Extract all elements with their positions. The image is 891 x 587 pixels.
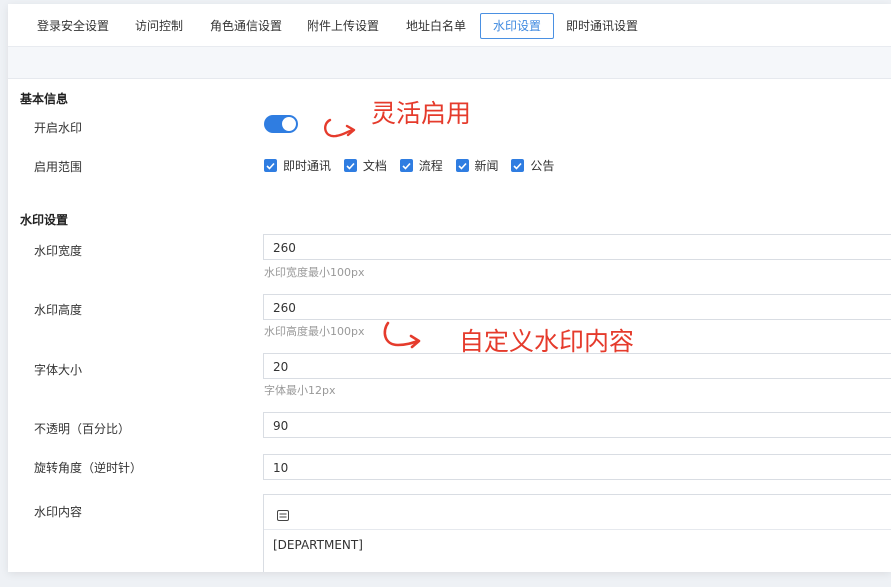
- scope-checkbox-group: 即时通讯 文档 流程 新闻 公告: [264, 157, 563, 175]
- checkbox-checked-icon: [343, 159, 357, 172]
- tab-login-security[interactable]: 登录安全设置: [37, 14, 109, 38]
- settings-panel: 登录安全设置 访问控制 角色通信设置 附件上传设置 地址白名单 水印设置 即时通…: [8, 4, 891, 572]
- section-watermark-settings: 水印设置: [20, 213, 69, 227]
- tab-watermark[interactable]: 水印设置: [480, 13, 555, 39]
- insert-variable-icon[interactable]: [277, 506, 289, 521]
- tab-instant-messaging[interactable]: 即时通讯设置: [566, 14, 638, 38]
- editor-toolbar: [264, 495, 891, 530]
- watermark-content-label: 水印内容: [34, 505, 83, 519]
- scope-checkbox-workflow[interactable]: 流程: [399, 157, 443, 174]
- enable-watermark-label: 开启水印: [34, 121, 83, 135]
- checkbox-checked-icon: [399, 159, 413, 172]
- scope-label: 启用范围: [34, 160, 83, 174]
- scope-option-label: 流程: [418, 159, 443, 173]
- opacity-input[interactable]: 90: [263, 412, 891, 438]
- section-basic-info: 基本信息: [20, 92, 69, 106]
- curved-arrow-icon: [383, 321, 421, 349]
- annotation-custom-content: 自定义水印内容: [459, 327, 635, 356]
- watermark-width-hint: 水印宽度最小100px: [264, 266, 365, 279]
- watermark-width-input[interactable]: 260: [263, 234, 891, 260]
- scope-option-label: 文档: [362, 159, 387, 173]
- watermark-width-label: 水印宽度: [34, 244, 83, 258]
- scope-option-label: 新闻: [474, 159, 499, 173]
- scope-option-label: 公告: [530, 159, 555, 173]
- tab-attachment-upload[interactable]: 附件上传设置: [307, 14, 379, 38]
- scope-checkbox-im[interactable]: 即时通讯: [264, 157, 331, 174]
- editor-content[interactable]: [DEPARTMENT]: [273, 538, 363, 552]
- checkbox-checked-icon: [264, 159, 277, 172]
- tab-access-control[interactable]: 访问控制: [135, 14, 183, 38]
- enable-watermark-toggle[interactable]: [264, 115, 298, 133]
- font-size-label: 字体大小: [34, 363, 83, 377]
- checkbox-checked-icon: [511, 159, 525, 172]
- rotation-label: 旋转角度（逆时针）: [34, 461, 143, 475]
- scope-checkbox-news[interactable]: 新闻: [455, 157, 499, 174]
- tab-role-communication[interactable]: 角色通信设置: [210, 14, 282, 38]
- tab-address-whitelist[interactable]: 地址白名单: [406, 14, 466, 38]
- rotation-input[interactable]: 10: [263, 454, 891, 480]
- checkbox-checked-icon: [455, 159, 469, 172]
- annotation-flexible-enable: 灵活启用: [371, 99, 472, 128]
- header-gap: [8, 47, 891, 79]
- watermark-height-hint: 水印高度最小100px: [264, 325, 365, 338]
- watermark-content-editor[interactable]: [DEPARTMENT]: [263, 494, 891, 572]
- watermark-height-input[interactable]: 260: [263, 294, 891, 320]
- font-size-hint: 字体最小12px: [264, 384, 336, 397]
- scope-checkbox-announcement[interactable]: 公告: [511, 157, 554, 174]
- curved-arrow-icon: [324, 118, 356, 138]
- scope-option-label: 即时通讯: [283, 159, 332, 173]
- opacity-label: 不透明（百分比）: [34, 422, 131, 436]
- toggle-knob: [282, 117, 296, 131]
- watermark-height-label: 水印高度: [34, 303, 83, 317]
- scope-checkbox-document[interactable]: 文档: [343, 157, 387, 174]
- tab-bar: 登录安全设置 访问控制 角色通信设置 附件上传设置 地址白名单 水印设置 即时通…: [8, 4, 891, 47]
